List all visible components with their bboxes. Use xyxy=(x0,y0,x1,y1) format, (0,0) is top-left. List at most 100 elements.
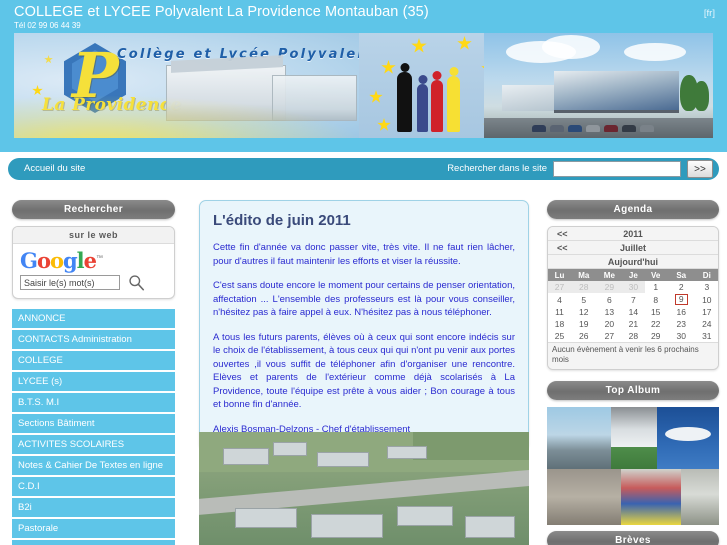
silhouette-person-yellow xyxy=(447,76,460,132)
album-photo-beach[interactable] xyxy=(547,407,611,469)
language-link[interactable]: [fr] xyxy=(704,8,715,19)
calendar-weekday: Ma xyxy=(570,269,597,281)
calendar-day[interactable]: 1 xyxy=(645,281,667,293)
calendar-day[interactable]: 27 xyxy=(597,330,623,342)
sidebar-item-sections-batiment[interactable]: Sections Bâtiment xyxy=(12,414,175,433)
calendar-day[interactable]: 29 xyxy=(645,330,667,342)
calendar-month-row: << Juillet xyxy=(548,241,718,255)
search-magnifier-icon[interactable] xyxy=(128,274,145,291)
breves-title: Brèves xyxy=(547,531,719,545)
photo-field xyxy=(413,432,529,460)
calendar-prev-year-button[interactable]: << xyxy=(557,227,568,241)
eu-star-icon xyxy=(44,55,53,64)
album-photo-boats[interactable] xyxy=(681,469,719,525)
calendar-day[interactable]: 14 xyxy=(622,306,644,318)
calendar-day[interactable]: 5 xyxy=(571,293,597,306)
photo-main-building xyxy=(554,71,679,113)
album-photo-zeppelin[interactable] xyxy=(657,407,719,469)
banner-left-panel: P La Providence Collège et Lycée Polyval… xyxy=(14,33,375,138)
car-shape xyxy=(586,125,600,132)
calendar-day[interactable]: 13 xyxy=(597,306,623,318)
calendar-day[interactable]: 25 xyxy=(548,330,571,342)
calendar-day[interactable]: 2 xyxy=(667,281,696,293)
album-photo-rock-climb[interactable] xyxy=(547,469,621,525)
eu-star-icon xyxy=(369,90,383,103)
page-root: COLLEGE et LYCEE Polyvalent La Providenc… xyxy=(0,0,727,545)
calendar-day[interactable]: 31 xyxy=(696,330,718,342)
calendar-day[interactable]: 28 xyxy=(570,281,597,293)
sidebar-item-lycee[interactable]: LYCEE (s) xyxy=(12,372,175,391)
sidebar-item-cdi[interactable]: C.D.I xyxy=(12,477,175,496)
calendar-day[interactable]: 21 xyxy=(622,318,644,330)
calendar-day[interactable]: 23 xyxy=(667,318,696,330)
sidebar-item-acceder-etablissement[interactable]: Accéder à l'établissement xyxy=(12,540,175,545)
car-shape xyxy=(532,125,546,132)
calendar-day[interactable]: 27 xyxy=(548,281,571,293)
calendar-day[interactable]: 22 xyxy=(645,318,667,330)
calendar-week-row: 4 5 6 7 8 9 10 xyxy=(548,293,718,306)
calendar-prev-month-button[interactable]: << xyxy=(557,241,568,255)
site-banner-image: P La Providence Collège et Lycée Polyval… xyxy=(14,33,713,138)
calendar-today-button[interactable]: Aujourd'hui xyxy=(548,255,718,269)
agenda-calendar: << 20 11 << Juillet Aujourd'hui Lu Ma Me … xyxy=(547,226,719,370)
calendar-day-today[interactable]: 9 xyxy=(667,293,696,306)
calendar-day[interactable]: 7 xyxy=(622,293,644,306)
calendar-day[interactable]: 16 xyxy=(667,306,696,318)
site-search-label: Rechercher dans le site xyxy=(447,163,547,174)
photo-rooftop xyxy=(273,442,307,456)
album-photo-group[interactable] xyxy=(621,469,681,525)
calendar-day[interactable]: 29 xyxy=(596,281,623,293)
sidebar-item-activites-scolaires[interactable]: ACTIVITES SCOLAIRES xyxy=(12,435,175,454)
sidebar-item-contacts[interactable]: CONTACTS Administration xyxy=(12,330,175,349)
article-title: L'édito de juin 2011 xyxy=(213,212,351,229)
logo-wordmark: La Providence xyxy=(42,95,182,115)
calendar-day[interactable]: 17 xyxy=(696,306,718,318)
photo-car-park xyxy=(484,118,713,138)
sidebar-search-title: Rechercher xyxy=(12,200,175,219)
photo-rooftop xyxy=(235,508,297,528)
calendar-day[interactable]: 3 xyxy=(696,281,718,293)
top-album-thumbnails[interactable] xyxy=(547,407,719,525)
calendar-weekday-header-row: Lu Ma Me Je Ve Sa Di xyxy=(548,269,718,281)
calendar-day[interactable]: 12 xyxy=(571,306,597,318)
sidebar-item-pastorale[interactable]: Pastorale xyxy=(12,519,175,538)
eu-star-icon xyxy=(411,38,427,53)
calendar-day[interactable]: 15 xyxy=(645,306,667,318)
photo-rooftop xyxy=(465,516,515,538)
sidebar-item-notes-cahier-textes[interactable]: Notes & Cahier De Textes en ligne xyxy=(12,456,175,475)
sidebar-item-annonce[interactable]: ANNONCE xyxy=(12,309,175,328)
calendar-day[interactable]: 10 xyxy=(696,293,718,306)
google-search-row xyxy=(20,274,167,291)
calendar-day[interactable]: 20 xyxy=(597,318,623,330)
site-search-submit-button[interactable]: >> xyxy=(687,160,713,178)
album-photo-green-roof[interactable] xyxy=(611,447,657,469)
calendar-day[interactable]: 28 xyxy=(622,330,644,342)
web-search-body: Google™ xyxy=(13,244,174,298)
site-search-input[interactable] xyxy=(553,161,681,177)
calendar-day[interactable]: 6 xyxy=(597,293,623,306)
calendar-day[interactable]: 26 xyxy=(571,330,597,342)
sidebar-item-college[interactable]: COLLEGE xyxy=(12,351,175,370)
sidebar-item-b2i[interactable]: B2i xyxy=(12,498,175,517)
album-photo-snow[interactable] xyxy=(611,407,657,447)
calendar-day[interactable]: 11 xyxy=(548,306,571,318)
calendar-weekday: Di xyxy=(695,269,718,281)
calendar-day[interactable]: 19 xyxy=(571,318,597,330)
calendar-day[interactable]: 4 xyxy=(548,293,571,306)
calendar-week-row: 11 12 13 14 15 16 17 xyxy=(548,306,718,318)
photo-rooftop xyxy=(223,448,269,465)
eu-star-icon xyxy=(381,60,396,74)
calendar-day[interactable]: 8 xyxy=(645,293,667,306)
calendar-day[interactable]: 24 xyxy=(696,318,718,330)
calendar-weekday: Je xyxy=(622,269,645,281)
cloud-shape xyxy=(542,35,600,59)
calendar-day[interactable]: 18 xyxy=(548,318,571,330)
sidebar-menu: ANNONCE CONTACTS Administration COLLEGE … xyxy=(12,309,175,545)
calendar-day[interactable]: 30 xyxy=(622,281,645,293)
nav-home-link[interactable]: Accueil du site xyxy=(24,163,85,174)
google-search-input[interactable] xyxy=(20,275,120,290)
banner-building-illustration xyxy=(166,65,286,121)
photo-rooftop xyxy=(397,506,453,526)
calendar-day[interactable]: 30 xyxy=(667,330,696,342)
sidebar-item-bts-mi[interactable]: B.T.S. M.I xyxy=(12,393,175,412)
